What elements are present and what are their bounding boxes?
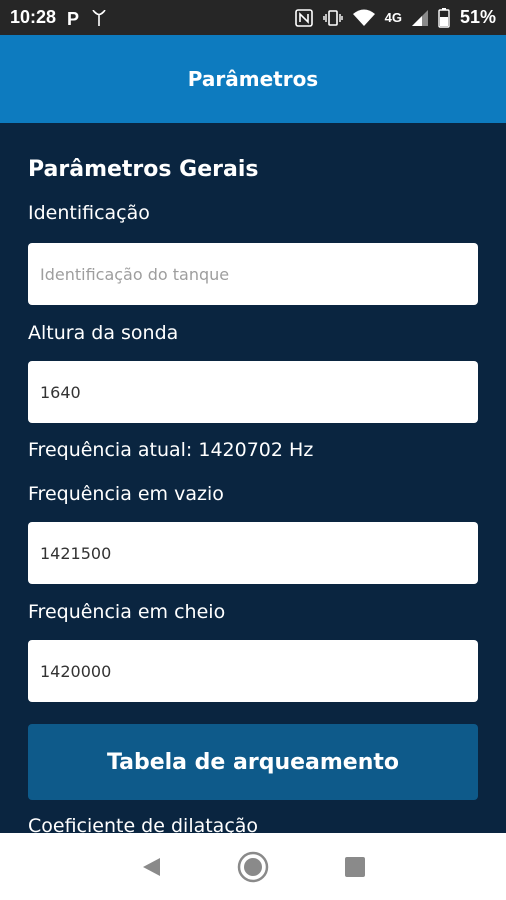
identificacao-label: Identificação	[28, 202, 150, 224]
cell-signal-icon	[411, 9, 428, 26]
freq-vazio-label: Frequência em vazio	[28, 483, 224, 505]
back-icon[interactable]	[131, 847, 171, 887]
battery-percent: 51%	[459, 7, 496, 27]
altura-input[interactable]: 1640	[28, 361, 478, 423]
app-header: Parâmetros	[0, 35, 506, 123]
tabela-arqueamento-button[interactable]: Tabela de arqueamento	[28, 724, 478, 800]
wifi-icon	[352, 9, 375, 27]
form-content[interactable]: Parâmetros Gerais Identificação Identifi…	[0, 123, 506, 833]
freq-cheio-input[interactable]: 1420000	[28, 640, 478, 702]
home-icon[interactable]	[233, 847, 273, 887]
nfc-icon	[294, 8, 313, 27]
page-title: Parâmetros	[187, 67, 319, 91]
freq-vazio-input[interactable]: 1421500	[28, 522, 478, 584]
altura-label: Altura da sonda	[28, 322, 179, 344]
coeficiente-label: Coeficiente de dilatação	[28, 815, 259, 833]
battery-icon	[438, 7, 450, 28]
freq-cheio-label: Frequência em cheio	[28, 601, 226, 623]
nav-bar	[0, 833, 506, 900]
recents-icon[interactable]	[335, 847, 375, 887]
svg-text:P: P	[67, 9, 79, 27]
status-time: 10:28	[10, 7, 57, 27]
network-type: 4G	[384, 10, 402, 25]
signal-alt-icon	[92, 9, 106, 26]
vibrate-icon	[322, 9, 343, 27]
parking-icon: P	[66, 9, 82, 27]
section-title: Parâmetros Gerais	[28, 157, 259, 182]
identificacao-input[interactable]: Identificação do tanque	[28, 243, 478, 305]
frequencia-atual-text: Frequência atual: 1420702 Hz	[28, 439, 314, 461]
status-bar: 10:28 P 4G 51%	[0, 0, 506, 35]
